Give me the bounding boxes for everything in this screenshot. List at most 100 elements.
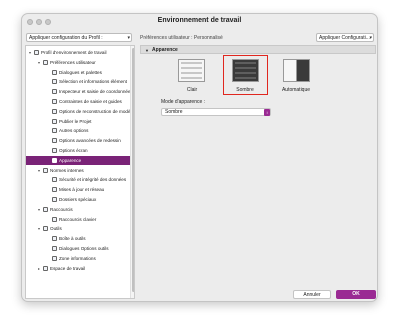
tree-item-label: Publier le Projet	[59, 118, 92, 124]
chevron-down-icon[interactable]: ▾	[36, 58, 42, 67]
chevron-down-icon[interactable]: ▾	[36, 224, 42, 233]
apply-profile-select-value: Appliquer configuration du Profil :	[29, 35, 103, 41]
tree-item-label: Mises à jour et réseau	[59, 187, 105, 193]
tree-item-label: Raccourcis	[50, 206, 73, 212]
theme-dark-option[interactable]	[232, 59, 259, 82]
chevron-down-icon[interactable]: ▾	[36, 166, 42, 175]
tree-item-label: Sélection et informations élément	[59, 79, 127, 85]
window-title: Environnement de travail	[157, 17, 242, 24]
tree-item[interactable]: Options avancées de redessin	[26, 136, 130, 145]
appearance-mode-select[interactable]: Sombre ↕	[161, 108, 271, 116]
preferences-window: Environnement de travail Appliquer confi…	[21, 13, 378, 302]
apply-profile-select[interactable]: Appliquer configuration du Profil : ▾	[26, 33, 132, 42]
tree-item[interactable]: ▸ Espace de travail	[26, 264, 130, 273]
tree-item-label: Apparence	[59, 157, 82, 163]
appearance-mode-label: Mode d'apparence :	[161, 99, 206, 105]
appearance-section-header[interactable]: ▼ Apparence	[140, 45, 376, 54]
preferences-status: Préférences utilisateur : Personnalisé	[140, 35, 223, 41]
chevron-right-icon[interactable]: ▸	[36, 264, 42, 273]
section-title: Apparence	[152, 47, 178, 53]
tree-scrollbar-thumb[interactable]	[132, 48, 134, 292]
shortcut-icon	[43, 206, 48, 212]
tree-item[interactable]: Sécurité et intégrité des données	[26, 175, 130, 184]
chevron-down-icon[interactable]: ▾	[36, 205, 42, 214]
tree-item[interactable]: Boîte à outils	[26, 234, 130, 243]
settings-tree: ▸ Espace de travail Zone informations Dialo…	[25, 45, 135, 299]
tree-item-label: Options avancées de redessin	[59, 138, 121, 144]
tree-item-label: Contraintes de saisie et guides	[59, 99, 122, 104]
tree-item-label: Autres options	[59, 128, 89, 134]
dialog-icon	[52, 69, 57, 75]
tree-item[interactable]: Dialogues et palettes	[26, 68, 130, 77]
tree-item[interactable]: ▾ Profil d'environnement de travail	[26, 48, 130, 57]
tree-item[interactable]: ▾ Raccourcis	[26, 205, 130, 214]
thumb-bar	[181, 77, 202, 79]
tree-item[interactable]: Dialogues Options outils	[26, 244, 130, 253]
dropdown-arrows-icon: ↕	[264, 109, 270, 116]
tree-item[interactable]: ▾ Préférences utilisateur	[26, 58, 130, 67]
thumb-bar	[235, 62, 256, 64]
tree-item[interactable]: Publier le Projet	[26, 117, 130, 126]
appearance-panel: ▼ Apparence Clair Sombre Automatique Mod…	[140, 45, 376, 287]
thumb-bar	[235, 72, 256, 74]
thumb-bar	[235, 77, 256, 79]
tree-item-label: Boîte à outils	[59, 236, 86, 242]
rebuild-icon	[52, 108, 57, 114]
tree-item-label: Inspecteur et saisie de coordonnées	[59, 89, 133, 95]
tree-item-label: Dialogues Options outils	[59, 246, 109, 251]
tree-item-label: Zone informations	[59, 255, 96, 261]
tree-item-label: Normes internes	[50, 167, 84, 173]
tree-item[interactable]: Mises à jour et réseau	[26, 185, 130, 194]
apply-configuration-select-value: Appliquer Configurati...	[319, 35, 370, 41]
folder-icon	[43, 167, 48, 173]
tree-item[interactable]: Zone informations	[26, 254, 130, 263]
folders-icon	[52, 197, 57, 202]
theme-light-label: Clair	[186, 87, 198, 93]
tree-item[interactable]: ▾ Normes internes	[26, 166, 130, 175]
tree-item[interactable]: Dossiers spéciaux	[26, 195, 130, 204]
selection-icon	[52, 79, 57, 85]
constraint-icon	[52, 99, 57, 104]
apply-configuration-select[interactable]: Appliquer Configurati... ▾	[316, 33, 374, 42]
redraw-icon	[52, 138, 57, 144]
chevron-down-icon[interactable]: ▾	[27, 48, 33, 57]
screen-icon	[52, 148, 57, 153]
tree-item[interactable]: Contraintes de saisie et guides	[26, 97, 130, 106]
publish-icon	[52, 118, 57, 124]
tree-item[interactable]: ▾ Outils	[26, 224, 130, 233]
folder-icon	[34, 50, 39, 55]
tree-item[interactable]: Raccourcis clavier	[26, 215, 130, 224]
tree-item[interactable]: Options écran	[26, 146, 130, 155]
theme-auto-label: Automatique	[281, 87, 311, 93]
thumb-bar	[181, 72, 202, 74]
tree-item-label: Raccourcis clavier	[59, 216, 97, 222]
theme-auto-option[interactable]	[283, 59, 310, 82]
tree-item-label: Dialogues et palettes	[59, 69, 102, 75]
cancel-button[interactable]: Annuler	[293, 290, 331, 299]
tree-item[interactable]: Sélection et informations élément	[26, 77, 130, 86]
tree-item-label: Dossiers spéciaux	[59, 197, 97, 202]
tree-scrollbar[interactable]	[130, 46, 134, 298]
tools-icon	[43, 226, 48, 232]
thumb-bar	[181, 62, 202, 64]
tool-options-icon	[52, 246, 57, 251]
tree-item[interactable]: Apparence	[26, 155, 130, 165]
tree-item-label: Profil d'environnement de travail	[41, 50, 107, 55]
folder-icon	[43, 59, 48, 65]
title-bar: Environnement de travail	[22, 14, 377, 30]
tree-item-label: Outils	[50, 226, 62, 232]
tree-item[interactable]: Options de reconstruction de modèle	[26, 107, 134, 116]
theme-dark-label: Sombre	[236, 87, 254, 93]
tree-item-label: Options de reconstruction de modèle	[59, 108, 135, 114]
select-arrow-icon: ▾	[127, 35, 130, 41]
ok-button[interactable]: OK	[336, 290, 376, 299]
theme-light-option[interactable]	[178, 59, 205, 82]
tree-item-label: Préférences utilisateur	[50, 59, 96, 65]
info-icon	[52, 255, 57, 261]
inspector-icon	[52, 89, 57, 95]
toolbox-icon	[52, 236, 57, 242]
select-arrow-icon: ▾	[369, 35, 372, 41]
tree-item[interactable]: Inspecteur et saisie de coordonnées	[26, 87, 133, 96]
thumb-bar	[235, 67, 256, 69]
tree-item[interactable]: Autres options	[26, 126, 130, 135]
